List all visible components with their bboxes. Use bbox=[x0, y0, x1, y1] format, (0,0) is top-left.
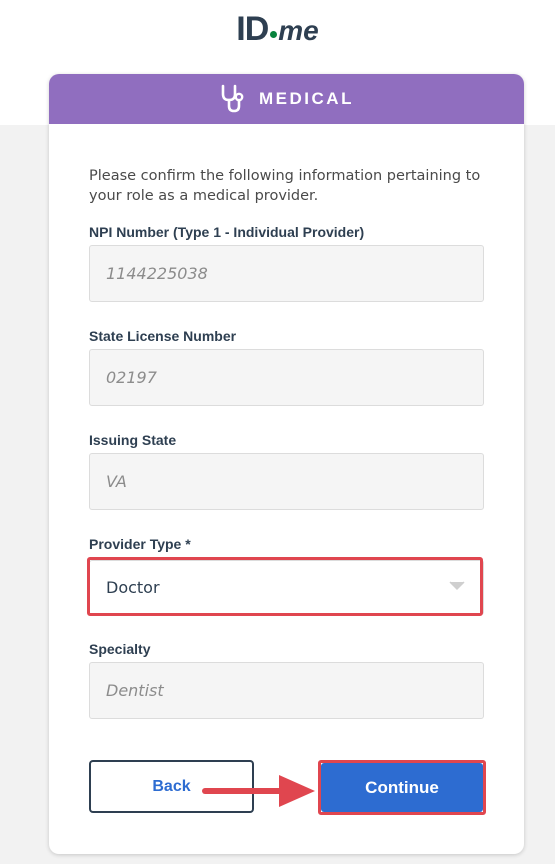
specialty-field[interactable]: Dentist bbox=[89, 662, 484, 719]
license-label: State License Number bbox=[89, 328, 237, 344]
provider-type-select[interactable]: Doctor bbox=[89, 560, 484, 615]
back-button-label: Back bbox=[152, 777, 191, 795]
chevron-down-icon bbox=[449, 581, 465, 591]
intro-text: Please confirm the following information… bbox=[89, 168, 481, 204]
medical-card: MEDICAL Please confirm the following inf… bbox=[49, 74, 524, 854]
logo-dot bbox=[270, 31, 278, 38]
idme-logo: ID me bbox=[0, 10, 555, 49]
logo-me-text: me bbox=[278, 15, 319, 46]
issuing-state-value: VA bbox=[106, 472, 127, 491]
npi-label: NPI Number (Type 1 - Individual Provider… bbox=[89, 224, 365, 240]
specialty-label: Specialty bbox=[89, 641, 151, 657]
npi-field[interactable]: 1144225038 bbox=[89, 245, 484, 302]
stethoscope-icon bbox=[221, 84, 244, 113]
continue-button-label: Continue bbox=[365, 777, 439, 797]
license-value: 02197 bbox=[106, 368, 157, 387]
provider-type-value: Doctor bbox=[106, 578, 160, 597]
arrow-right-icon bbox=[202, 775, 315, 807]
license-field[interactable]: 02197 bbox=[89, 349, 484, 406]
npi-value: 1144225038 bbox=[106, 264, 208, 283]
card-title: MEDICAL bbox=[259, 89, 354, 108]
issuing-state-field[interactable]: VA bbox=[89, 453, 484, 510]
specialty-value: Dentist bbox=[106, 681, 164, 700]
continue-button[interactable]: Continue bbox=[321, 763, 483, 812]
issuing-state-label: Issuing State bbox=[89, 432, 177, 448]
logo-id-text: ID bbox=[236, 10, 269, 48]
card-header: MEDICAL bbox=[49, 74, 524, 124]
provider-type-label: Provider Type * bbox=[89, 536, 191, 552]
